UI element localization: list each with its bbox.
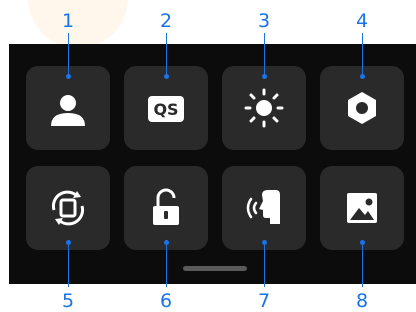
rotate-screen-tile[interactable] [26,166,110,250]
callout-line-3 [264,33,265,75]
voice-control-tile[interactable] [222,166,306,250]
callout-line-6 [166,243,167,287]
callout-dot-2 [164,74,169,79]
home-handle[interactable] [183,266,247,271]
unlock-tile[interactable] [124,166,208,250]
gallery-tile[interactable] [320,166,404,250]
callout-dot-1 [66,74,71,79]
callout-line-2 [166,33,167,75]
voice-control-icon [246,190,280,224]
callout-number-2: 2 [159,10,173,32]
callout-number-6: 6 [159,290,173,312]
callout-line-5 [68,243,69,287]
unlock-icon [153,188,179,225]
callout-number-8: 8 [355,290,369,312]
callout-line-7 [264,243,265,287]
callout-number-1: 1 [61,10,75,32]
callout-line-1 [68,33,69,75]
callout-line-4 [362,33,363,75]
callout-dot-4 [360,74,365,79]
image-icon [347,193,377,223]
quick-settings-label: QS [153,100,178,119]
callout-number-7: 7 [257,290,271,312]
callout-dot-3 [262,74,267,79]
callout-number-5: 5 [61,290,75,312]
callout-line-8 [362,243,363,287]
callout-number-3: 3 [257,10,271,32]
callout-number-4: 4 [355,10,369,32]
rotate-screen-icon [51,190,85,226]
